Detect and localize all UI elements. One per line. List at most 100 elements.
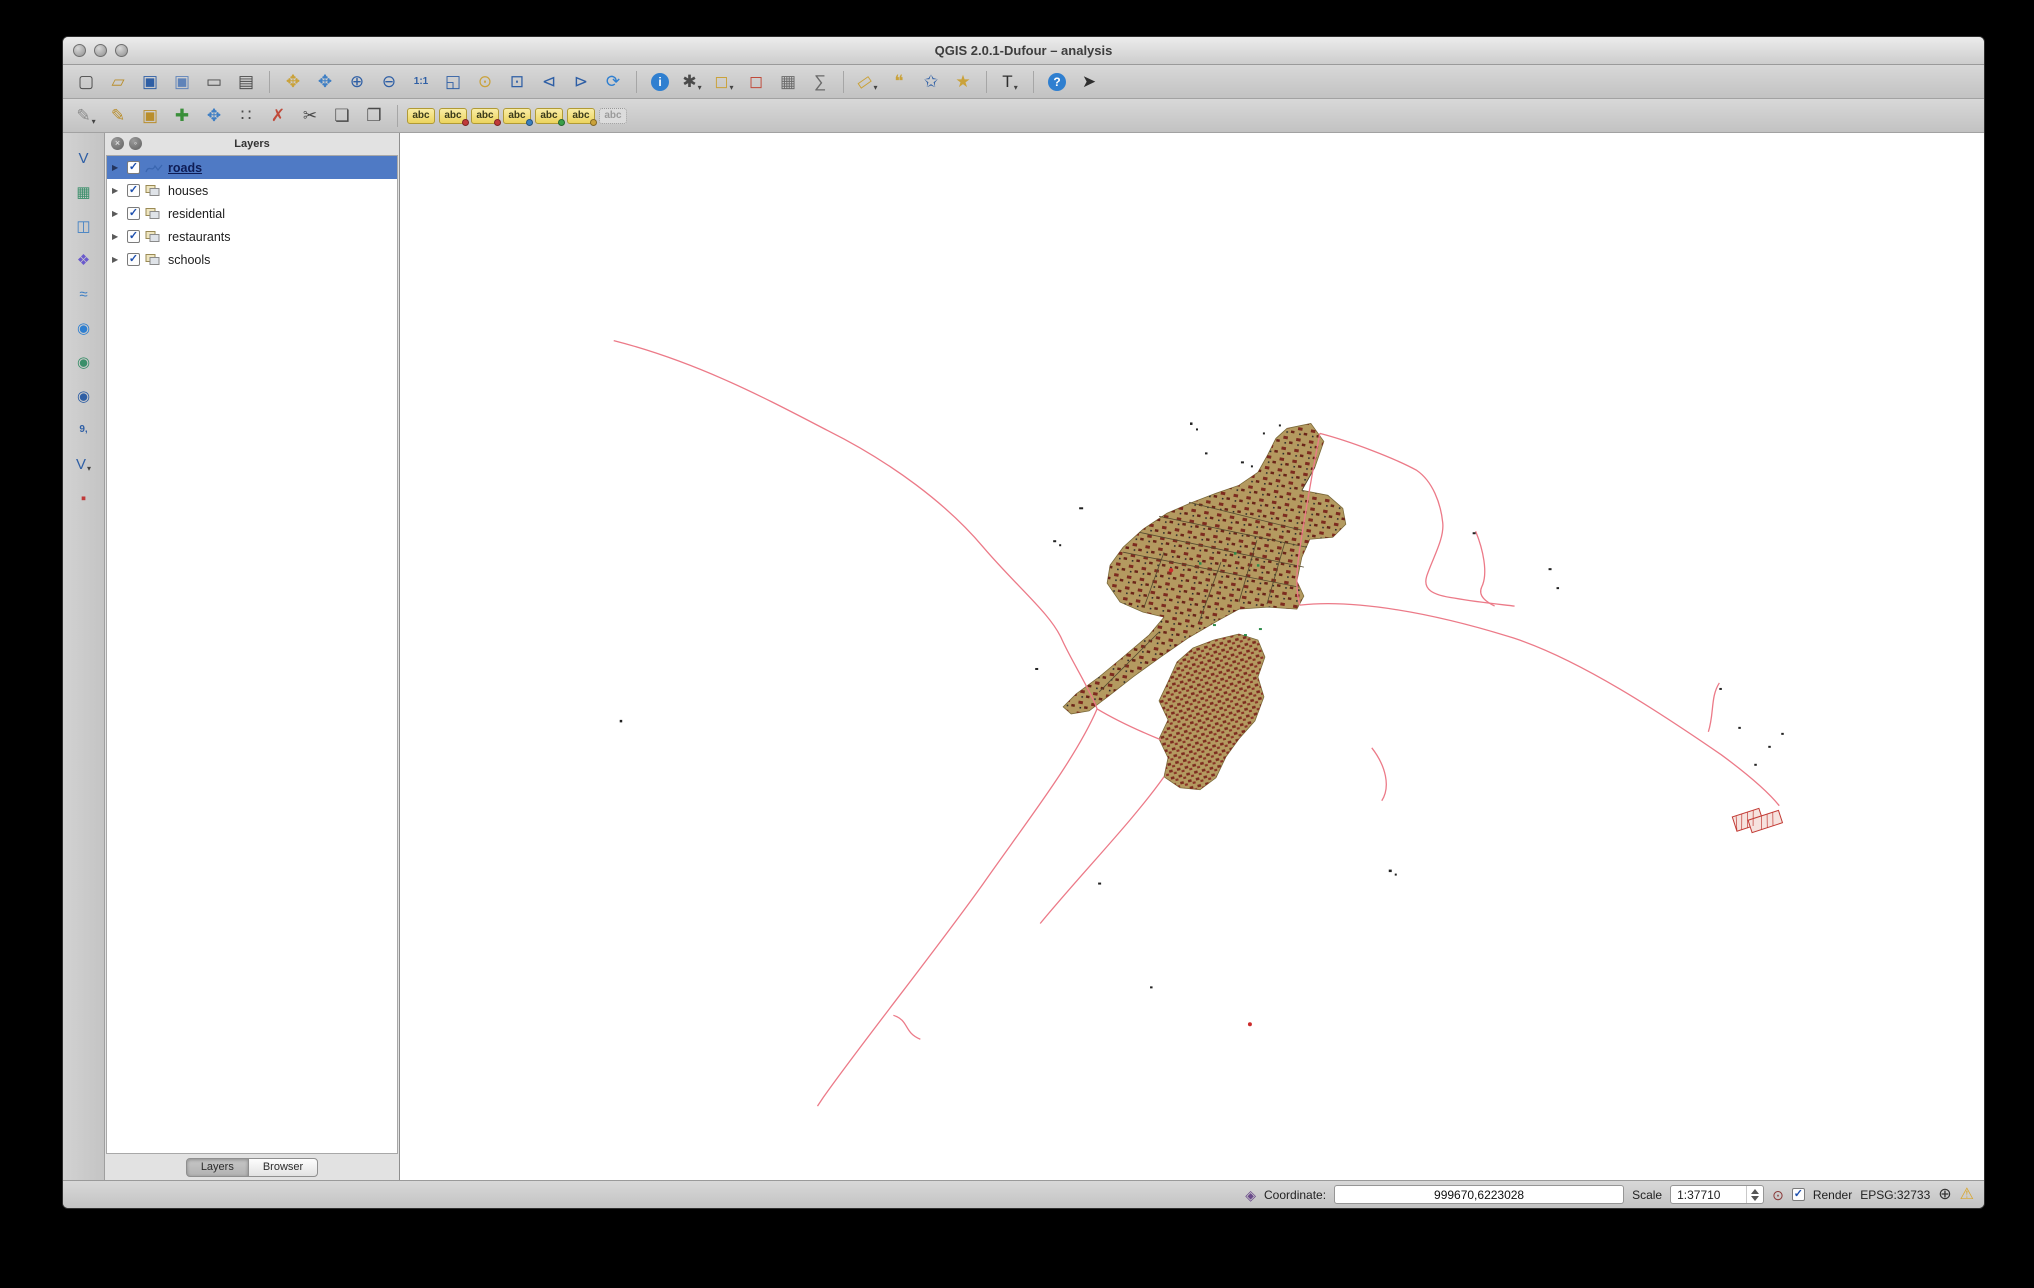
new-shapefile-layer-button[interactable]: V ▾ (69, 451, 99, 477)
zoom-full-button[interactable]: ◱ (438, 68, 468, 96)
new-project-button[interactable]: ▢ (71, 68, 101, 96)
layer-checkbox[interactable]: ✓ (127, 253, 140, 266)
zoom-last-button[interactable]: ⊲ (534, 68, 564, 96)
tab-layers[interactable]: Layers (185, 1157, 249, 1177)
new-bookmark-button[interactable]: ✩ (916, 68, 946, 96)
zoom-last-icon: ⊲ (541, 72, 557, 91)
panel-header-buttons: × ◦ (111, 137, 142, 150)
help-contents-button[interactable]: ? (1042, 68, 1072, 96)
zoom-to-selection-icon: ⊙ (477, 72, 493, 91)
add-delimited-text-layer-button[interactable]: 9, (69, 417, 99, 443)
minimize-window-button[interactable] (94, 44, 107, 57)
add-mssql-layer-button[interactable]: ≈ (69, 281, 99, 307)
tab-browser[interactable]: Browser (247, 1157, 319, 1177)
pan-map-button[interactable]: ✥ (278, 68, 308, 96)
deselect-features-button[interactable]: ◻ (741, 68, 771, 96)
map-tips-button[interactable]: ❝ (884, 68, 914, 96)
refresh-map-button[interactable]: ⟳ (598, 68, 628, 96)
save-layer-edits-button[interactable]: ▣ (135, 102, 165, 130)
layer-row-residential[interactable]: ▶ ✓ residential (107, 202, 397, 225)
label-pin-button[interactable]: abc (438, 102, 469, 130)
save-project-as-button[interactable]: ▣ (167, 68, 197, 96)
save-project-button[interactable]: ▣ (135, 68, 165, 96)
zoom-to-selection-button[interactable]: ⊙ (470, 68, 500, 96)
expand-arrow-icon[interactable]: ▶ (112, 232, 122, 241)
composer-manager-button[interactable]: ▤ (231, 68, 261, 96)
field-calculator-button[interactable]: ∑ (805, 68, 835, 96)
paste-features-button[interactable]: ❐ (359, 102, 389, 130)
show-bookmarks-button[interactable]: ★ (948, 68, 978, 96)
layer-checkbox[interactable]: ✓ (127, 207, 140, 220)
text-annotation-button[interactable]: T ▾ (995, 68, 1025, 96)
add-raster-layer-button[interactable]: ▦ (69, 179, 99, 205)
layer-checkbox[interactable]: ✓ (127, 184, 140, 197)
label-move-button[interactable]: abc (502, 102, 533, 130)
move-feature-button[interactable]: ✥ (199, 102, 229, 130)
open-project-icon: ▱ (111, 72, 125, 91)
log-messages-icon[interactable]: ⚠ (1960, 1186, 1974, 1203)
expand-arrow-icon[interactable]: ▶ (112, 255, 122, 264)
identify-features-button[interactable]: i (645, 68, 675, 96)
label-rotate-button[interactable]: abc (534, 102, 565, 130)
delete-selected-button[interactable]: ✗ (263, 102, 293, 130)
add-vector-layer-button[interactable]: V (69, 145, 99, 171)
delete-selected-icon: ✗ (270, 106, 286, 125)
layer-checkbox[interactable]: ✓ (127, 161, 140, 174)
add-postgis-layer-button[interactable]: ◫ (69, 213, 99, 239)
coordinate-input[interactable] (1334, 1185, 1625, 1204)
crs-status-icon[interactable]: ⊕ (1938, 1186, 1951, 1203)
panel-tabs: Layers Browser (105, 1154, 399, 1180)
cut-features-button[interactable]: ✂ (295, 102, 325, 130)
add-wfs-layer-button[interactable]: ◉ (69, 383, 99, 409)
detach-panel-button[interactable]: ◦ (129, 137, 142, 150)
expand-arrow-icon[interactable]: ▶ (112, 163, 122, 172)
expand-arrow-icon[interactable]: ▶ (112, 209, 122, 218)
pan-to-selection-button[interactable]: ✥ (310, 68, 340, 96)
layer-row-roads[interactable]: ▶ ✓ roads (107, 156, 397, 179)
expand-arrow-icon[interactable]: ▶ (112, 186, 122, 195)
measure-icon: ▭ (852, 69, 877, 94)
layer-row-houses[interactable]: ▶ ✓ houses (107, 179, 397, 202)
crs-label[interactable]: EPSG:32733 (1860, 1188, 1930, 1202)
add-spatialite-layer-button[interactable]: ❖ (69, 247, 99, 273)
open-project-button[interactable]: ▱ (103, 68, 133, 96)
zoom-window-button[interactable] (115, 44, 128, 57)
remove-layer-button[interactable]: ▪ (69, 485, 99, 511)
copy-features-button[interactable]: ❏ (327, 102, 357, 130)
add-wms-layer-button[interactable]: ◉ (69, 315, 99, 341)
select-features-button[interactable]: ◻ ▾ (709, 68, 739, 96)
close-panel-button[interactable]: × (111, 137, 124, 150)
labeling-button[interactable]: abc (406, 102, 436, 130)
tracking-icon[interactable]: ◈ (1245, 1188, 1256, 1202)
layer-row-restaurants[interactable]: ▶ ✓ restaurants (107, 225, 397, 248)
scale-combo[interactable]: 1:37710 (1670, 1185, 1765, 1204)
current-edits-button[interactable]: ✎ ▾ (71, 102, 101, 130)
add-delimited-text-layer-icon: 9, (79, 424, 88, 435)
whats-this-button[interactable]: ➤ (1074, 68, 1104, 96)
add-feature-button[interactable]: ✚ (167, 102, 197, 130)
title-bar[interactable]: QGIS 2.0.1-Dufour – analysis (63, 37, 1984, 65)
layer-row-schools[interactable]: ▶ ✓ schools (107, 248, 397, 271)
add-wcs-layer-button[interactable]: ◉ (69, 349, 99, 375)
new-project-icon: ▢ (77, 72, 95, 91)
scale-stepper[interactable] (1746, 1186, 1763, 1203)
zoom-to-layer-button[interactable]: ⊡ (502, 68, 532, 96)
render-checkbox[interactable]: ✓ (1791, 1188, 1805, 1201)
open-attribute-table-button[interactable]: ▦ (773, 68, 803, 96)
toggle-editing-button[interactable]: ✎ (103, 102, 133, 130)
map-canvas[interactable] (400, 133, 1984, 1180)
layer-checkbox[interactable]: ✓ (127, 230, 140, 243)
zoom-in-button[interactable]: ⊕ (342, 68, 372, 96)
label-properties-button[interactable]: abc (566, 102, 597, 130)
label-accent-dot (589, 118, 597, 126)
label-show-hide-button[interactable]: abc (470, 102, 501, 130)
close-window-button[interactable] (73, 44, 86, 57)
node-tool-button[interactable]: ∷ (231, 102, 261, 130)
measure-button[interactable]: ▭ ▾ (852, 68, 882, 96)
zoom-next-button[interactable]: ⊳ (566, 68, 596, 96)
zoom-native-button[interactable]: 1:1 (406, 68, 436, 96)
run-feature-action-button[interactable]: ✱ ▾ (677, 68, 707, 96)
magnifier-icon[interactable]: ⊙ (1772, 1188, 1784, 1202)
zoom-out-button[interactable]: ⊖ (374, 68, 404, 96)
new-print-composer-button[interactable]: ▭ (199, 68, 229, 96)
